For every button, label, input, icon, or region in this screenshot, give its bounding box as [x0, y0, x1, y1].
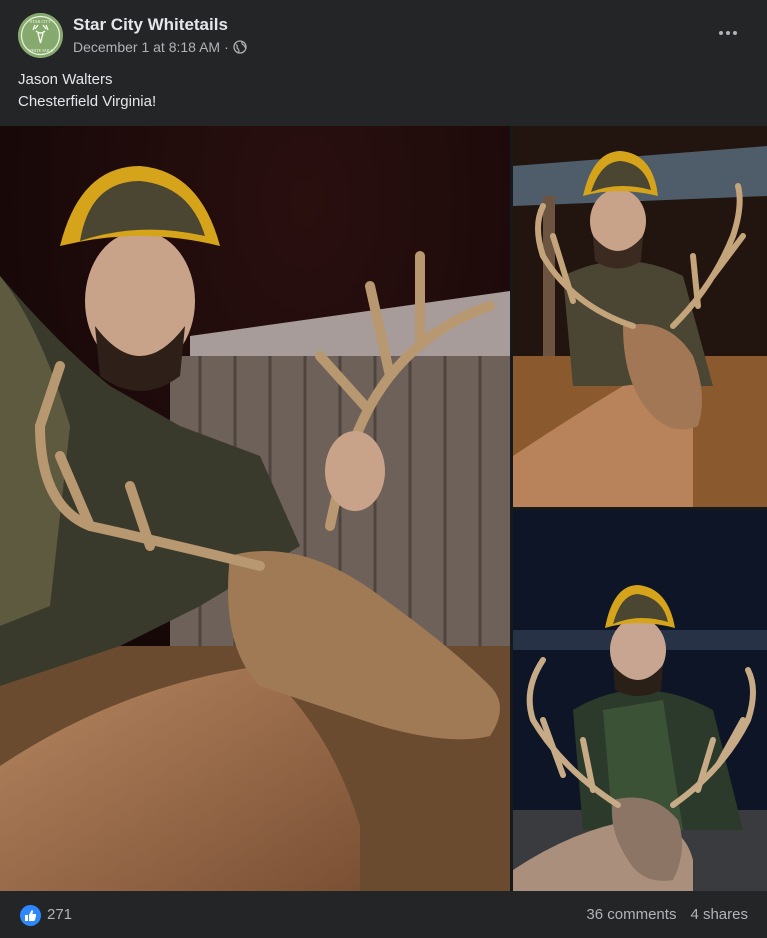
logo-text-bottom: WHITE TAILS [28, 48, 53, 53]
post-timestamp[interactable]: December 1 at 8:18 AM [73, 39, 220, 55]
shares-count[interactable]: 4 shares [690, 906, 748, 923]
more-options-icon[interactable] [717, 22, 739, 44]
page-name[interactable]: Star City Whitetails [73, 15, 228, 35]
photo-top-right[interactable] [513, 126, 767, 507]
like-icon[interactable] [20, 905, 41, 926]
engagement-stats: 36 comments 4 shares [586, 906, 748, 923]
caption-line: Jason Walters [18, 71, 113, 88]
page-logo-icon: STAR CITY WHITE TAILS [18, 13, 63, 58]
logo-text-top: STAR CITY [30, 19, 51, 24]
caption-line: Chesterfield Virginia! [18, 93, 157, 110]
post-caption: Jason Walters Chesterfield Virginia! [18, 69, 156, 113]
page-avatar[interactable]: STAR CITY WHITE TAILS [18, 13, 63, 58]
photo-grid [0, 126, 767, 891]
comments-count[interactable]: 36 comments [586, 906, 676, 923]
post-footer: 271 36 comments 4 shares [0, 891, 767, 938]
globe-icon[interactable] [233, 40, 247, 54]
photo-bottom-right[interactable] [513, 510, 767, 891]
post-header: STAR CITY WHITE TAILS Star City Whitetai… [0, 0, 767, 66]
photo-main[interactable] [0, 126, 510, 891]
post-meta: December 1 at 8:18 AM · [73, 39, 247, 55]
meta-separator: · [224, 39, 229, 55]
like-count[interactable]: 271 [47, 906, 72, 923]
